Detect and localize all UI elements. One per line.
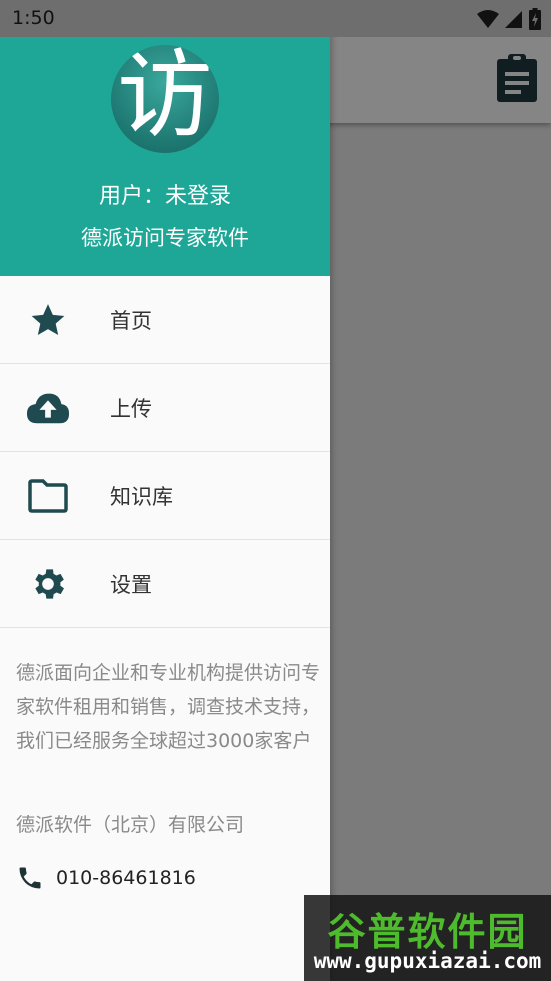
status-bar: 1:50 [0,0,551,37]
company-name: 德派软件（北京）有限公司 [16,814,245,836]
logo-glyph: 访 [117,45,213,151]
gear-icon [26,562,70,606]
user-login-status[interactable]: 用户：未登录 [0,178,330,210]
drawer-menu: 首页 上传 知识库 设置 [0,276,330,628]
navigation-drawer: 访 用户：未登录 德派访问专家软件 首页 上传 知识库 设置 德派面向企业和专业… [0,0,330,981]
phone-icon [19,867,41,889]
wifi-icon [477,10,499,28]
cloud-upload-icon [26,386,70,430]
status-icons [477,8,541,30]
phone-number[interactable]: 010-86461816 [56,867,196,889]
battery-icon [529,8,541,30]
menu-label-upload: 上传 [110,396,152,421]
clipboard-icon[interactable] [495,53,539,103]
watermark: 谷普软件园 www.gupuxiazai.com [304,895,551,981]
menu-item-home[interactable]: 首页 [0,276,330,364]
star-icon [26,298,70,342]
menu-label-home: 首页 [110,308,152,333]
cell-signal-icon [505,11,522,28]
about-description: 德派面向企业和专业机构提供访问专家软件租用和销售，调查技术支持，我们已经服务全球… [16,662,321,752]
menu-item-knowledge-base[interactable]: 知识库 [0,452,330,540]
menu-item-upload[interactable]: 上传 [0,364,330,452]
watermark-url: www.gupuxiazai.com [313,949,542,973]
drawer-header: 访 用户：未登录 德派访问专家软件 [0,0,330,276]
menu-label-settings: 设置 [110,572,152,597]
menu-item-settings[interactable]: 设置 [0,540,330,628]
menu-label-knowledge-base: 知识库 [110,484,173,509]
folder-icon [26,474,70,518]
phone-contact[interactable]: 010-86461816 [16,864,196,892]
app-subtitle: 德派访问专家软件 [81,226,249,250]
watermark-title: 谷普软件园 [327,910,528,954]
app-logo: 访 [111,45,219,153]
screen: 1:50 访 用户：未登录 德派访问专家软件 首页 上传 知识库 设置 德派面向… [0,0,551,981]
status-time: 1:50 [12,7,55,29]
